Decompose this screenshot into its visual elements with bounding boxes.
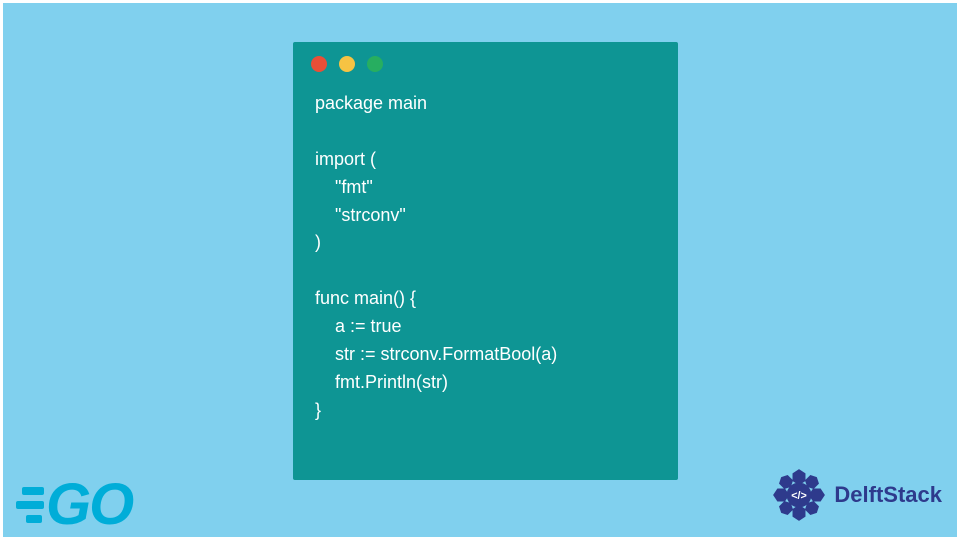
go-speed-lines-icon: [12, 487, 44, 523]
window-traffic-lights: [293, 42, 678, 72]
delftstack-logo: </> DelftStack: [772, 468, 942, 522]
code-line: }: [315, 400, 321, 420]
code-line: str := strconv.FormatBool(a): [315, 344, 557, 364]
delftstack-brand-text: DelftStack: [834, 482, 942, 508]
go-logo-text: GO: [46, 476, 132, 534]
maximize-icon: [367, 56, 383, 72]
code-line: package main: [315, 93, 427, 113]
go-logo: GO: [12, 476, 132, 534]
code-line: "strconv": [315, 205, 406, 225]
code-line: func main() {: [315, 288, 416, 308]
delftstack-badge-icon: </>: [772, 468, 826, 522]
code-line: a := true: [315, 316, 402, 336]
code-line: ): [315, 232, 321, 252]
code-window: package main import ( "fmt" "strconv" ) …: [293, 42, 678, 480]
close-icon: [311, 56, 327, 72]
code-line: import (: [315, 149, 376, 169]
svg-text:</>: </>: [792, 490, 808, 502]
code-line: fmt.Println(str): [315, 372, 448, 392]
code-body: package main import ( "fmt" "strconv" ) …: [293, 72, 678, 425]
code-line: "fmt": [315, 177, 373, 197]
minimize-icon: [339, 56, 355, 72]
